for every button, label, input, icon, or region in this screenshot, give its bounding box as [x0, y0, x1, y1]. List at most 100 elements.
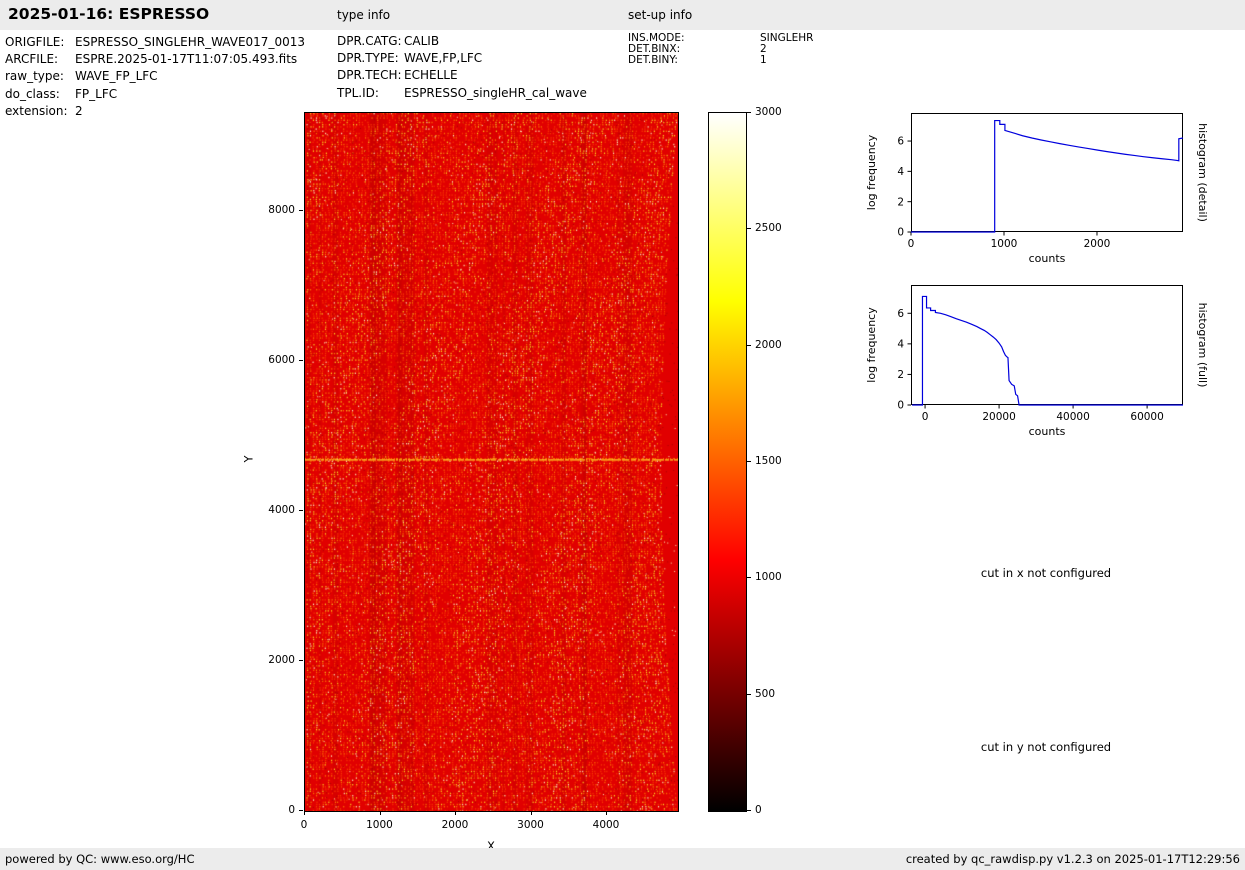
info-label: DPR.CATG:	[337, 34, 402, 48]
y-tick-label: 0	[288, 804, 295, 816]
info-row: DET.BINY: 1	[628, 55, 813, 66]
info-row: DPR.CATG: CALIB	[337, 33, 587, 50]
x-tick-label: 0	[300, 819, 308, 831]
info-row: raw_type: WAVE_FP_LFC	[5, 68, 305, 85]
hist-side-label: histogram (detail)	[1196, 123, 1209, 222]
x-tick-label: 0	[922, 411, 929, 423]
info-row: do_class: FP_LFC	[5, 86, 305, 103]
x-tick-label: 60000	[1130, 411, 1163, 423]
hist-y-axis-label: log frequency	[865, 307, 878, 383]
colorbar-tick-mark	[747, 344, 751, 346]
colorbar-tick-mark	[747, 577, 751, 579]
y-tick-label: 6	[897, 308, 904, 320]
x-tick-label: 2000	[441, 819, 469, 831]
colorbar-tick-mark	[747, 228, 751, 230]
x-tick-mark	[379, 811, 381, 815]
raw-frame-image	[305, 113, 678, 811]
info-row: ARCFILE: ESPRE.2025-01-17T11:07:05.493.f…	[5, 51, 305, 68]
y-tick-mark	[299, 210, 303, 212]
raw-frame-plot	[304, 112, 679, 812]
colorbar-tick-label: 1000	[755, 571, 782, 584]
hist-x-axis-label: counts	[1029, 252, 1066, 265]
info-label: ARCFILE:	[5, 52, 59, 67]
colorbar-tick-mark	[747, 112, 751, 113]
y-tick-label: 2	[897, 369, 904, 381]
info-value: 2	[75, 103, 83, 118]
page-title: 2025-01-16: ESPRESSO	[8, 5, 210, 23]
plot-frame	[911, 285, 1183, 405]
colorbar-tick-label: 2500	[755, 222, 782, 235]
colorbar-tick-mark	[747, 693, 751, 695]
info-label: DPR.TYPE:	[337, 51, 399, 66]
info-label: do_class:	[5, 86, 60, 101]
info-value: ESPRESSO_SINGLEHR_WAVE017_0013	[75, 35, 305, 49]
info-label: ORIGFILE:	[5, 35, 65, 49]
info-value: CALIB	[404, 34, 440, 48]
y-tick-mark	[299, 360, 303, 362]
info-value: ECHELLE	[404, 68, 458, 83]
y-tick-label: 2000	[268, 654, 295, 666]
y-tick-label: 4	[897, 339, 904, 351]
info-value: ESPRESSO_singleHR_cal_wave	[404, 85, 587, 100]
y-tick-label: 0	[897, 227, 904, 239]
colorbar-tick-label: 3000	[755, 106, 782, 118]
x-tick-label: 1000	[366, 819, 393, 831]
colorbar-tick-label: 0	[755, 804, 762, 816]
x-tick-label: 3000	[517, 819, 544, 831]
footer-bar: powered by QC: www.eso.org/HC created by…	[0, 848, 1245, 870]
colorbar-tick-mark	[747, 461, 751, 462]
y-tick-label: 4	[897, 166, 904, 178]
x-tick-mark	[606, 811, 608, 815]
type-info-block: DPR.CATG: CALIB DPR.TYPE: WAVE,FP,LFC DP…	[337, 33, 587, 102]
x-tick-mark	[530, 811, 532, 815]
x-tick-mark	[304, 811, 305, 815]
info-value: FP_LFC	[75, 86, 118, 101]
histogram-line	[911, 119, 1184, 233]
y-tick-label: 4000	[268, 504, 295, 516]
hist-side-label: histogram (full)	[1196, 303, 1209, 388]
type-info-heading: type info	[337, 8, 391, 22]
info-row: DPR.TYPE: WAVE,FP,LFC	[337, 50, 587, 67]
info-value: WAVE_FP_LFC	[75, 69, 158, 84]
x-tick-label: 1000	[991, 238, 1018, 250]
y-axis-label: Y	[241, 455, 256, 463]
info-row: extension: 2	[5, 103, 305, 120]
y-tick-label: 6	[897, 136, 904, 148]
y-tick-mark	[299, 510, 303, 511]
setup-info-heading: set-up info	[628, 8, 693, 22]
info-label: DPR.TECH:	[337, 68, 402, 83]
footer-left-text: powered by QC: www.eso.org/HC	[5, 852, 195, 866]
setup-info-block: INS.MODE: SINGLEHR DET.BINX: 2 DET.BINY:…	[628, 32, 813, 67]
colorbar-tick-label: 2000	[755, 338, 782, 351]
info-value: WAVE,FP,LFC	[404, 51, 483, 66]
header-bar: 2025-01-16: ESPRESSO type info set-up in…	[0, 0, 1245, 30]
info-label: TPL.ID:	[337, 85, 379, 100]
colorbar-tick-label: 1500	[755, 455, 782, 467]
y-tick-label: 6000	[268, 354, 295, 367]
x-tick-label: 0	[908, 238, 915, 250]
colorbar-tick-label: 500	[755, 687, 776, 700]
y-tick-mark	[299, 660, 303, 661]
histogram-full-plot: 0 20000 40000 60000 0 2 4 6 counts log frequency h…	[865, 285, 1209, 438]
x-tick-label: 4000	[592, 819, 620, 831]
x-tick-label: 40000	[1056, 411, 1089, 423]
x-tick-label: 2000	[1084, 238, 1111, 250]
hist-x-axis-label: counts	[1029, 425, 1066, 438]
y-tick-label: 0	[897, 400, 904, 412]
colorbar-tick-mark	[747, 810, 751, 811]
info-label: raw_type:	[5, 69, 64, 84]
info-row: ORIGFILE: ESPRESSO_SINGLEHR_WAVE017_0013	[5, 34, 305, 51]
footer-right-text: created by qc_rawdisp.py v1.2.3 on 2025-…	[905, 852, 1240, 866]
cut-y-message: cut in y not configured	[980, 740, 1112, 754]
info-row: DPR.TECH: ECHELLE	[337, 67, 587, 84]
x-tick-mark	[455, 811, 456, 815]
info-row: TPL.ID: ESPRESSO_singleHR_cal_wave	[337, 85, 587, 102]
file-info-block: ORIGFILE: ESPRESSO_SINGLEHR_WAVE017_0013…	[5, 34, 305, 120]
histogram-line	[912, 295, 1183, 406]
plot-frame	[911, 113, 1183, 232]
qc-report-page: 2025-01-16: ESPRESSO type info set-up in…	[0, 0, 1245, 870]
info-label: extension:	[5, 103, 68, 118]
info-label: DET.BINY:	[628, 54, 678, 67]
y-tick-label: 8000	[268, 204, 295, 217]
y-tick-label: 2	[897, 196, 904, 208]
